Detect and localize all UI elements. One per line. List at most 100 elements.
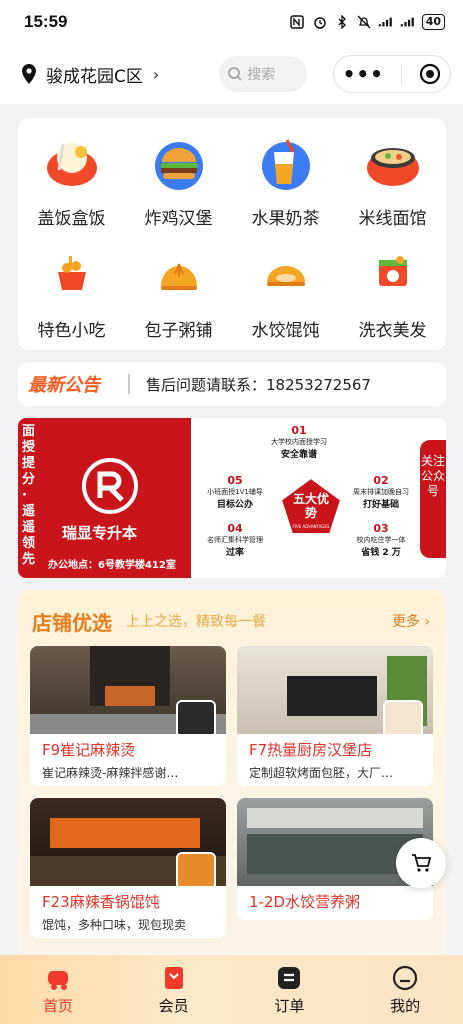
shop-image bbox=[30, 798, 226, 886]
profile-icon bbox=[393, 965, 418, 991]
shops-title: 店铺优选 bbox=[32, 610, 112, 635]
announcement-tag: 最新公告 bbox=[28, 375, 100, 396]
chevron-right-icon: › bbox=[152, 64, 160, 84]
search-placeholder: 搜索 bbox=[247, 67, 276, 83]
category-rice[interactable]: 盖饭盒饭 bbox=[18, 136, 125, 248]
banner-advantage-5: 05 小班面授1V1辅导 目标公办 bbox=[207, 474, 263, 510]
brand-logo-icon bbox=[82, 458, 138, 514]
category-label: 炸鸡汉堡 bbox=[144, 209, 213, 229]
search-input[interactable]: 搜索 bbox=[219, 56, 308, 92]
promo-banner[interactable]: 面授提分·遥遥领先 瑞显专升本 办公地点：6号教学楼412室 01 大学校内面授学… bbox=[18, 418, 446, 578]
banner-right-panel: 01 大学校内面授学习 安全靠谱 02 周末排课加晚自习 打好基础 03 校内吃住学一体省… bbox=[191, 418, 446, 578]
shop-name: F7热量厨房汉堡店 bbox=[249, 741, 373, 759]
shop-logo bbox=[176, 700, 216, 734]
shops-more-link[interactable]: 更多 › bbox=[392, 611, 430, 631]
laundry-icon bbox=[378, 256, 407, 286]
shop-logo bbox=[383, 700, 423, 734]
category-card: 盖饭盒饭 炸鸡汉堡 水果奶茶 米线面馆 特色小吃 包子粥铺 水饺馄饨 洗衣美发 bbox=[18, 118, 446, 350]
banner-left-panel: 面授提分·遥遥领先 瑞显专升本 办公地点：6号教学楼412室 bbox=[18, 418, 191, 578]
shop-logo bbox=[176, 852, 216, 886]
shop-description: 崔记麻辣烫-麻辣拌感谢… bbox=[42, 766, 179, 780]
mute-icon bbox=[357, 15, 371, 29]
category-label: 特色小吃 bbox=[37, 321, 106, 341]
shop-name: 1-2D水饺营养粥 bbox=[249, 893, 361, 911]
status-bar: 15:59 40 bbox=[0, 0, 463, 44]
location-label: 骏成花园C区 bbox=[46, 66, 143, 87]
banner-advantage-3: 03 校内吃住学一体 省钱 2 万 bbox=[356, 522, 406, 558]
dumpling-icon bbox=[266, 266, 305, 286]
category-milktea[interactable]: 水果奶茶 bbox=[232, 136, 339, 248]
location-pin-icon bbox=[22, 64, 36, 84]
announcement-text: 售后问题请联系：18253272567 bbox=[146, 375, 371, 394]
nfc-icon bbox=[289, 15, 304, 29]
close-target-icon[interactable] bbox=[419, 63, 441, 85]
header: 骏成花园C区 › 搜索 ••• bbox=[0, 44, 463, 104]
tab-orders[interactable]: 订单 bbox=[232, 955, 348, 1024]
announcement-divider bbox=[128, 374, 130, 394]
banner-advantage-4: 04 名师汇集科学管理 过率 bbox=[207, 522, 263, 558]
shop-name: F23麻辣香锅馄饨 bbox=[42, 893, 160, 911]
category-label: 水果奶茶 bbox=[251, 209, 320, 229]
noodle-bowl-icon bbox=[366, 148, 419, 186]
capsule-divider bbox=[401, 64, 403, 84]
orders-icon bbox=[278, 967, 301, 989]
tab-member[interactable]: 会员 bbox=[116, 955, 232, 1024]
shops-header: 店铺优选 上上之选，精致每一餐 更多 › bbox=[18, 590, 446, 652]
miniprogram-capsule: ••• bbox=[333, 55, 451, 93]
featured-shops: 店铺优选 上上之选，精致每一餐 更多 › F9崔记麻辣烫 崔记麻辣烫-麻辣拌感谢… bbox=[18, 590, 446, 990]
milk-tea-icon bbox=[261, 139, 310, 190]
shop-card[interactable]: F23麻辣香锅馄饨 馄饨，多种口味，现包现卖 bbox=[30, 798, 226, 938]
banner-advantage-1: 01 大学校内面授学习 安全靠谱 bbox=[271, 424, 327, 460]
category-label: 洗衣美发 bbox=[358, 321, 427, 341]
bun-icon bbox=[160, 263, 197, 290]
snack-icon bbox=[57, 256, 86, 290]
cart-button[interactable] bbox=[396, 838, 446, 888]
location-selector[interactable]: 骏成花园C区 › bbox=[20, 62, 159, 87]
member-card-icon bbox=[164, 967, 183, 989]
category-dumpling[interactable]: 水饺馄饨 bbox=[232, 248, 339, 360]
search-icon bbox=[228, 67, 242, 81]
banner-advantage-2: 02 周末排课加晚自习 打好基础 bbox=[353, 474, 409, 510]
alarm-icon bbox=[313, 17, 326, 29]
shop-name: F9崔记麻辣烫 bbox=[42, 741, 136, 759]
banner-vertical-text: 面授提分·遥遥领先 bbox=[22, 424, 36, 567]
tab-profile[interactable]: 我的 bbox=[347, 955, 463, 1024]
signal-2-icon bbox=[400, 17, 414, 27]
tab-label: 我的 bbox=[390, 997, 421, 1015]
home-icon bbox=[47, 971, 68, 990]
tab-label: 首页 bbox=[42, 997, 73, 1015]
banner-center-text: 五大优势 bbox=[292, 492, 329, 520]
category-snack[interactable]: 特色小吃 bbox=[18, 248, 125, 360]
category-label: 盖饭盒饭 bbox=[37, 209, 106, 229]
cart-icon bbox=[412, 854, 432, 872]
shop-image bbox=[237, 646, 433, 734]
shops-subtitle: 上上之选，精致每一餐 bbox=[126, 614, 266, 630]
shop-image bbox=[30, 646, 226, 734]
category-laundry[interactable]: 洗衣美发 bbox=[339, 248, 446, 360]
category-noodles[interactable]: 米线面馆 bbox=[339, 136, 446, 248]
tab-label: 订单 bbox=[274, 997, 305, 1015]
status-time: 15:59 bbox=[24, 12, 68, 31]
announcement-bar[interactable]: 最新公告 售后问题请联系：18253272567 bbox=[18, 362, 446, 406]
status-icons: 40 bbox=[289, 14, 445, 30]
banner-brand: 瑞显专升本 bbox=[62, 524, 138, 542]
rice-bowl-icon bbox=[46, 143, 97, 186]
shop-description: 馄饨，多种口味，现包现卖 bbox=[42, 918, 187, 932]
category-label: 米线面馆 bbox=[358, 209, 427, 229]
more-icon[interactable]: ••• bbox=[343, 64, 384, 84]
tab-bar: 首页 会员 订单 我的 bbox=[0, 955, 463, 1024]
burger-icon bbox=[154, 142, 203, 190]
category-label: 包子粥铺 bbox=[144, 321, 213, 341]
follow-account-tab[interactable]: 关注公众号 bbox=[420, 440, 446, 558]
banner-address: 办公地点：6号教学楼412室 bbox=[48, 560, 176, 571]
category-bun[interactable]: 包子粥铺 bbox=[125, 248, 232, 360]
banner-center-sub: FIVE ADVANTAGES bbox=[292, 524, 330, 529]
shop-card[interactable]: F7热量厨房汉堡店 定制超软烤面包胚，大厂… bbox=[237, 646, 433, 786]
category-burger[interactable]: 炸鸡汉堡 bbox=[125, 136, 232, 248]
shop-description: 定制超软烤面包胚，大厂… bbox=[249, 766, 394, 780]
tab-home[interactable]: 首页 bbox=[0, 955, 116, 1024]
signal-icon bbox=[378, 17, 392, 27]
category-label: 水饺馄饨 bbox=[251, 321, 320, 341]
battery-indicator: 40 bbox=[421, 14, 445, 30]
shop-card[interactable]: F9崔记麻辣烫 崔记麻辣烫-麻辣拌感谢… bbox=[30, 646, 226, 786]
